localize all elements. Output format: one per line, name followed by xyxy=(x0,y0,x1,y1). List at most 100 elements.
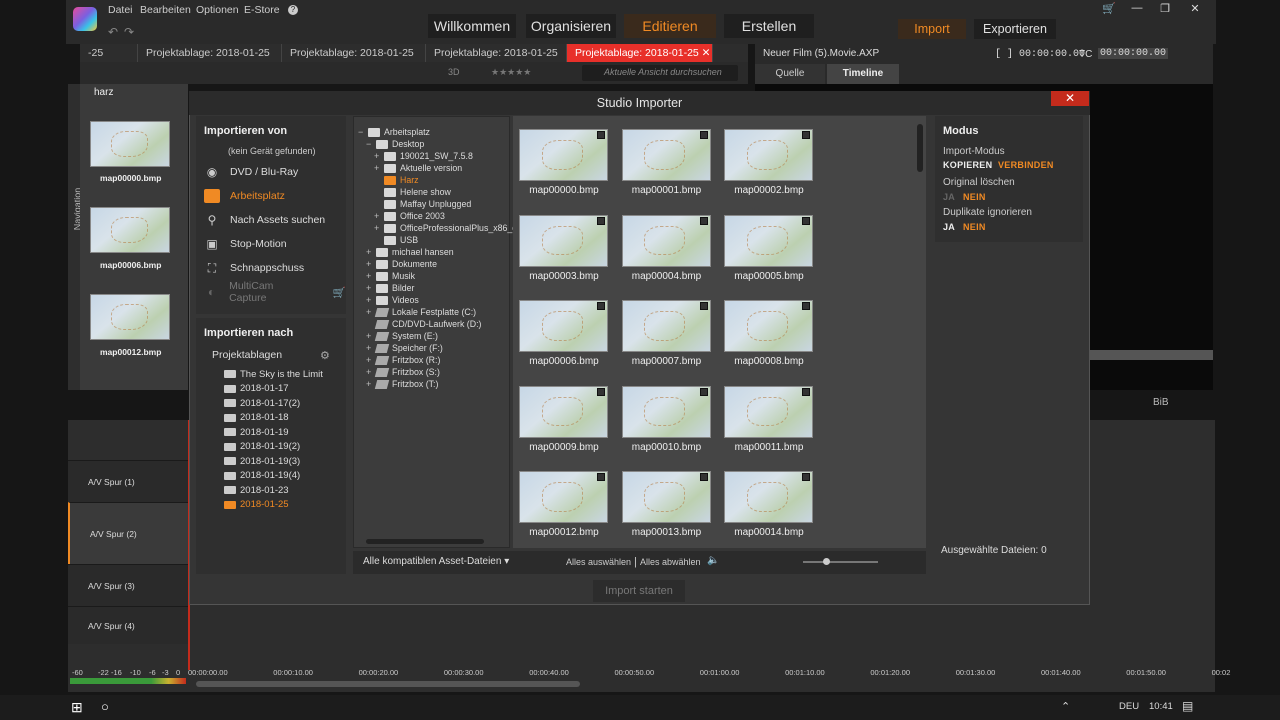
file-tile[interactable]: map00001.bmp xyxy=(616,116,711,196)
copy-option[interactable]: KOPIEREN xyxy=(943,160,992,170)
track-header[interactable]: A/V Spur (2) xyxy=(68,502,188,564)
expand-toggle[interactable]: + xyxy=(374,151,382,161)
select-checkbox[interactable] xyxy=(699,216,708,225)
bin-item[interactable]: The Sky is the Limit xyxy=(224,367,323,381)
tree-node[interactable]: + System (E:) xyxy=(366,330,438,342)
start-import-button[interactable]: Import starten xyxy=(593,580,685,602)
file-tile[interactable]: map00005.bmp xyxy=(718,202,813,282)
tab-edit[interactable]: Editieren xyxy=(624,14,716,38)
source-multicam[interactable]: ◐ MultiCam Capture 🛒 xyxy=(204,280,346,304)
expand-toggle[interactable]: + xyxy=(366,247,374,257)
project-tab[interactable]: -25 xyxy=(80,44,138,62)
select-checkbox[interactable] xyxy=(699,131,708,139)
tree-node[interactable]: − Arbeitsplatz xyxy=(358,126,430,138)
tree-node[interactable]: + Fritzbox (S:) xyxy=(366,366,440,378)
tree-node[interactable]: + Office 2003 xyxy=(374,210,445,222)
expand-toggle[interactable]: − xyxy=(358,127,366,137)
select-checkbox[interactable] xyxy=(699,473,708,481)
bin-item[interactable]: 2018-01-25 xyxy=(224,498,289,512)
redo-icon[interactable]: ↷ xyxy=(124,25,134,39)
rating-stars[interactable]: ★★★★★ xyxy=(491,67,531,78)
menu-estore[interactable]: E-Store xyxy=(244,4,280,16)
expand-toggle[interactable]: + xyxy=(366,379,374,389)
expand-toggle[interactable]: + xyxy=(366,295,374,305)
project-tab-active[interactable]: Projektablage: 2018-01-25 ✕ xyxy=(567,44,713,62)
expand-toggle[interactable]: − xyxy=(366,139,374,149)
timeline-scrollbar[interactable] xyxy=(196,681,580,687)
zoom-slider[interactable] xyxy=(803,558,878,565)
expand-toggle[interactable]: + xyxy=(366,259,374,269)
bin-item[interactable]: 2018-01-19 xyxy=(224,425,289,439)
tree-node[interactable]: Harz xyxy=(374,174,419,186)
file-tile[interactable]: map00000.bmp xyxy=(513,116,608,196)
tree-node[interactable]: + michael hansen xyxy=(366,246,454,258)
select-checkbox[interactable] xyxy=(597,473,605,481)
expand-toggle[interactable]: + xyxy=(366,271,374,281)
delete-yes-option[interactable]: JA xyxy=(943,192,955,202)
zoom-handle[interactable] xyxy=(823,558,830,565)
timecode-2[interactable]: 00:00:00.00 xyxy=(1098,48,1169,59)
file-tile[interactable]: map00003.bmp xyxy=(513,202,608,282)
select-checkbox[interactable] xyxy=(699,302,708,310)
bin-item[interactable]: 2018-01-17 xyxy=(224,382,289,396)
cart-icon[interactable]: 🛒 xyxy=(333,286,346,299)
windows-icon[interactable]: ⊞ xyxy=(71,699,83,716)
select-checkbox[interactable] xyxy=(802,131,810,139)
delete-no-option[interactable]: NEIN xyxy=(963,192,986,202)
expand-toggle[interactable]: + xyxy=(366,355,374,365)
bin-item[interactable]: 2018-01-18 xyxy=(224,411,289,425)
tree-node[interactable]: + Bilder xyxy=(366,282,415,294)
close-app-icon[interactable]: ✕ xyxy=(1182,2,1208,16)
source-search[interactable]: ⚲ Nach Assets suchen xyxy=(204,210,326,230)
tree-node[interactable]: + Musik xyxy=(366,270,415,282)
select-checkbox[interactable] xyxy=(802,302,810,310)
menu-edit[interactable]: Bearbeiten xyxy=(140,4,191,16)
track-header[interactable]: A/V Spur (1) xyxy=(68,460,188,502)
link-option[interactable]: VERBINDEN xyxy=(998,160,1054,170)
tab-welcome[interactable]: Willkommen xyxy=(428,14,516,38)
minimize-icon[interactable]: — xyxy=(1124,2,1150,16)
tree-node[interactable]: + Videos xyxy=(366,294,419,306)
tree-node[interactable]: CD/DVD-Laufwerk (D:) xyxy=(366,318,481,330)
tree-scrollbar[interactable] xyxy=(366,539,484,544)
tab-organize[interactable]: Organisieren xyxy=(526,14,616,38)
select-checkbox[interactable] xyxy=(597,131,605,139)
bin-item[interactable]: 2018-01-19(4) xyxy=(224,469,300,483)
source-snapshot[interactable]: ⛶ Schnappschuss xyxy=(204,258,304,278)
bib-label[interactable]: BiB xyxy=(1153,397,1169,408)
select-all-link[interactable]: Alles auswählen xyxy=(566,557,631,567)
clock[interactable]: 10:41 xyxy=(1149,701,1173,712)
tree-node[interactable]: +190021_SW_7.5.8 xyxy=(374,150,473,162)
library-thumb[interactable] xyxy=(90,121,170,167)
notification-icon[interactable]: ▤ xyxy=(1182,699,1193,713)
search-box[interactable]: Aktuelle Ansicht durchsuchen xyxy=(582,65,738,81)
file-tile[interactable]: map00010.bmp xyxy=(616,373,711,453)
speaker-icon[interactable]: 🔈 xyxy=(707,555,719,566)
menu-options[interactable]: Optionen xyxy=(196,4,239,16)
source-computer[interactable]: Arbeitsplatz xyxy=(204,186,285,206)
tree-node[interactable]: + Speicher (F:) xyxy=(366,342,443,354)
bin-item[interactable]: 2018-01-17(2) xyxy=(224,396,300,410)
tray-chevron-icon[interactable]: ⌃ xyxy=(1061,700,1070,713)
select-checkbox[interactable] xyxy=(597,216,605,225)
preview-scrubber[interactable] xyxy=(1090,350,1213,360)
library-thumb[interactable] xyxy=(90,294,170,340)
file-tile[interactable]: map00013.bmp xyxy=(616,458,711,538)
project-tab[interactable]: Projektablage: 2018-01-25 xyxy=(138,44,282,62)
undo-icon[interactable]: ↶ xyxy=(108,25,118,39)
tree-node[interactable]: − Desktop xyxy=(366,138,424,150)
restore-icon[interactable]: ❐ xyxy=(1152,2,1178,16)
tree-node[interactable]: Maffay Unplugged xyxy=(374,198,471,210)
expand-toggle[interactable]: + xyxy=(366,367,374,377)
file-tile[interactable]: map00011.bmp xyxy=(718,373,813,453)
bin-item[interactable]: 2018-01-19(2) xyxy=(224,440,300,454)
time-ruler[interactable]: 00:00:00.00 00:00:10.00 00:00:20.00 00:00:3… xyxy=(188,664,1230,682)
dup-yes-option[interactable]: JA xyxy=(943,222,955,232)
track-header[interactable]: A/V Spur (3) xyxy=(68,564,188,606)
file-tile[interactable]: map00006.bmp xyxy=(513,287,608,367)
cortana-icon[interactable]: ○ xyxy=(101,699,109,714)
source-dvd[interactable]: ◉ DVD / Blu-Ray xyxy=(204,162,299,182)
file-tile[interactable]: map00008.bmp xyxy=(718,287,813,367)
select-checkbox[interactable] xyxy=(802,473,810,481)
expand-toggle[interactable]: + xyxy=(366,283,374,293)
